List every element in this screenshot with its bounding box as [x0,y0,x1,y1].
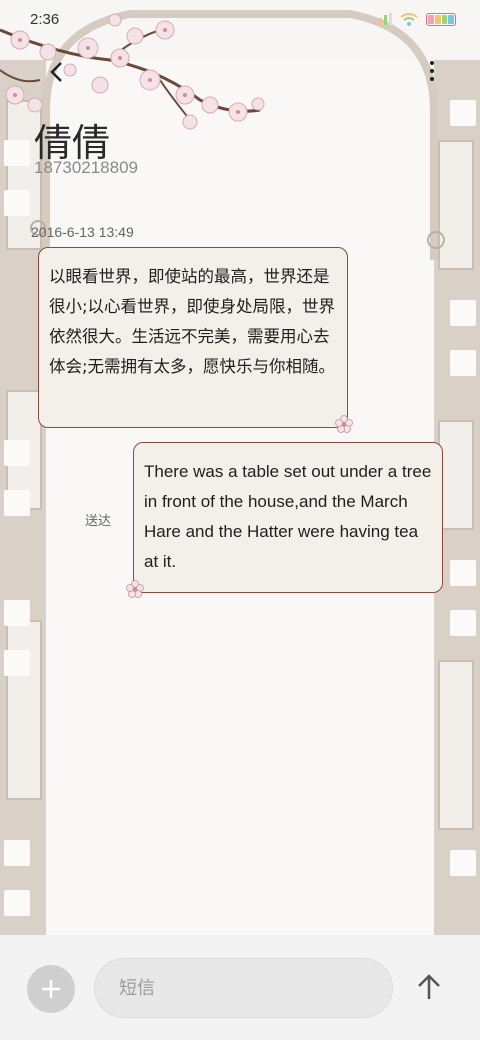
message-text: 以眼看世界，即使站的最高，世界还是很小;以心看世界，即使身处局限，世界依然很大。… [49,267,336,376]
film-frame [438,420,474,530]
film-frame [6,620,42,800]
status-icons [374,12,456,26]
battery-icon [426,12,456,26]
film-hole [4,190,30,216]
film-hole [4,650,30,676]
film-hole [450,560,476,586]
film-frame [438,660,474,830]
status-time: 2:36 [30,10,60,28]
arrow-up-icon [418,974,440,999]
film-strip-left-decoration [0,60,48,935]
film-hole [450,850,476,876]
add-attachment-button[interactable] [27,965,75,1013]
film-hole [450,300,476,326]
film-hole [4,490,30,516]
message-input[interactable] [94,958,393,1018]
film-hole [450,350,476,376]
contact-number: 18730218809 [34,158,139,177]
more-options-button[interactable] [422,56,442,86]
chevron-left-icon [50,62,62,82]
wifi-icon [400,12,418,26]
film-frame [438,140,474,270]
message-composer [0,935,480,1040]
signal-bars-icon [374,13,392,25]
film-hole [4,600,30,626]
delivery-status: 送达 [85,514,112,529]
back-button[interactable] [40,56,72,88]
film-hole [450,610,476,636]
incoming-message-bubble[interactable]: 以眼看世界，即使站的最高，世界还是很小;以心看世界，即使身处局限，世界依然很大。… [38,247,353,433]
status-bar: 2:36 [0,0,480,38]
film-hole [4,890,30,916]
film-hole [4,440,30,466]
send-button[interactable] [414,971,444,1003]
outgoing-message-bubble[interactable]: There was a table set out under a tree i… [126,442,443,598]
message-text: There was a table set out under a tree i… [144,462,432,571]
blossom-icon [335,415,353,433]
plus-icon [42,980,60,998]
film-hole [4,840,30,866]
blossom-icon [126,580,144,598]
film-hole [450,100,476,126]
more-vertical-icon [430,61,434,65]
message-timestamp: 2016-6-13 13:49 [31,224,134,240]
film-hole [4,140,30,166]
